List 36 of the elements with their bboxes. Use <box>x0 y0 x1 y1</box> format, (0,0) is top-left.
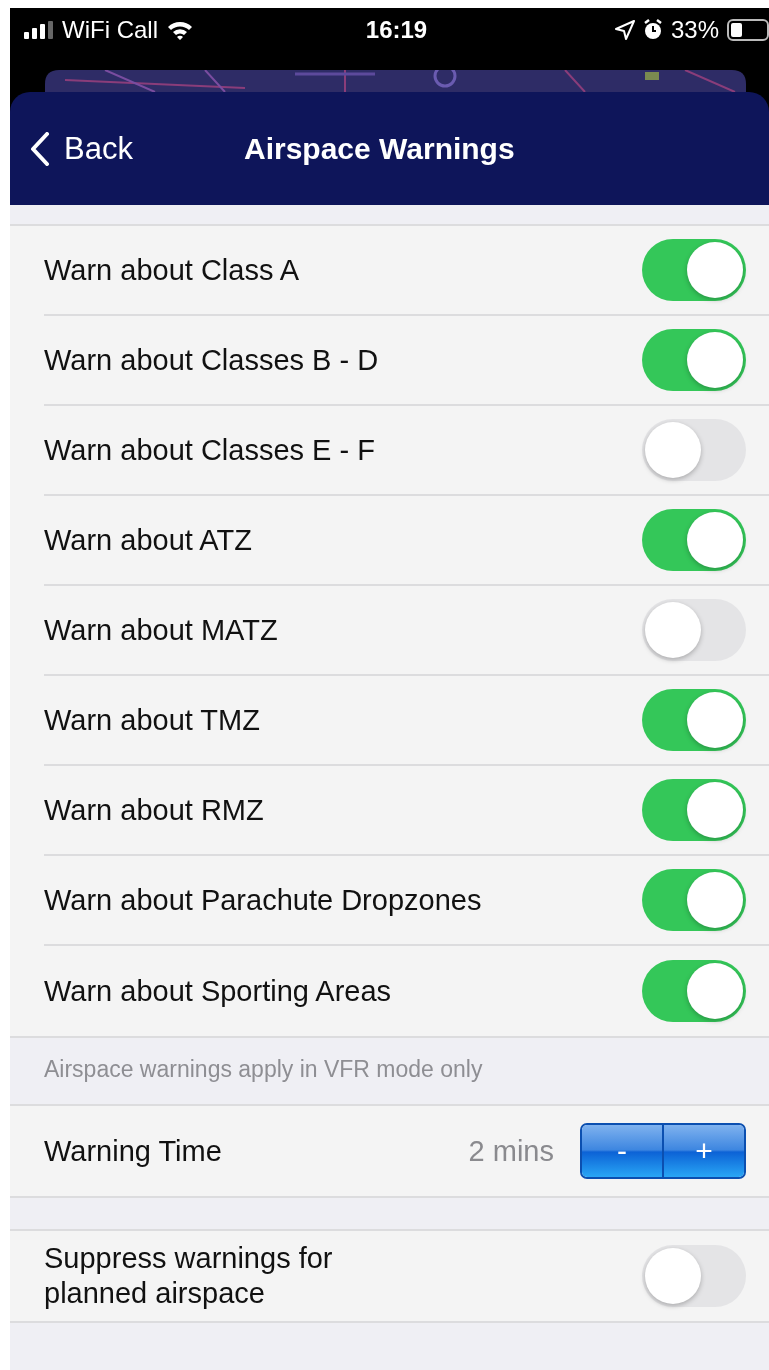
setting-label: Suppress warnings for planned airspace <box>44 1241 334 1311</box>
setting-label: Warning Time <box>44 1134 223 1168</box>
footnote-text: Airspace warnings apply in VFR mode only <box>44 1056 483 1082</box>
toggle-switch[interactable] <box>642 1245 746 1307</box>
setting-label: Warn about Classes E - F <box>44 432 375 468</box>
location-arrow-icon <box>614 20 635 40</box>
back-button[interactable]: Back <box>30 130 133 167</box>
toggle-switch[interactable] <box>642 239 746 301</box>
decrement-button[interactable]: - <box>582 1125 662 1177</box>
carrier-label: WiFi Call <box>62 16 158 44</box>
toggle-switch[interactable] <box>642 869 746 931</box>
setting-label: Warn about Parachute Dropzones <box>44 882 482 918</box>
wifi-icon <box>166 20 194 40</box>
setting-label: Warn about Sporting Areas <box>44 973 392 1009</box>
screen-title: Airspace Warnings <box>244 131 515 166</box>
setting-label: Warn about ATZ <box>44 522 252 558</box>
setting-label: Warn about Class A <box>44 252 300 288</box>
toggle-switch[interactable] <box>642 960 746 1022</box>
setting-label: Warn about Classes B - D <box>44 342 379 378</box>
toggle-switch[interactable] <box>642 329 746 391</box>
setting-label: Warn about RMZ <box>44 792 264 828</box>
toggle-switch[interactable] <box>642 599 746 661</box>
setting-value: 2 mins <box>468 1134 554 1168</box>
toggle-switch[interactable] <box>642 689 746 751</box>
clock-time: 16:19 <box>365 16 428 44</box>
signal-icon <box>24 21 54 39</box>
setting-label: Warn about MATZ <box>44 612 278 648</box>
toggle-switch[interactable] <box>642 779 746 841</box>
battery-percent: 33% <box>670 16 719 44</box>
toggle-switch[interactable] <box>642 509 746 571</box>
increment-button[interactable]: + <box>662 1125 744 1177</box>
setting-label: Warn about TMZ <box>44 702 260 738</box>
battery-icon <box>727 19 769 41</box>
chevron-left-icon <box>30 131 50 166</box>
toggle-switch[interactable] <box>642 419 746 481</box>
alarm-clock-icon <box>642 19 663 41</box>
